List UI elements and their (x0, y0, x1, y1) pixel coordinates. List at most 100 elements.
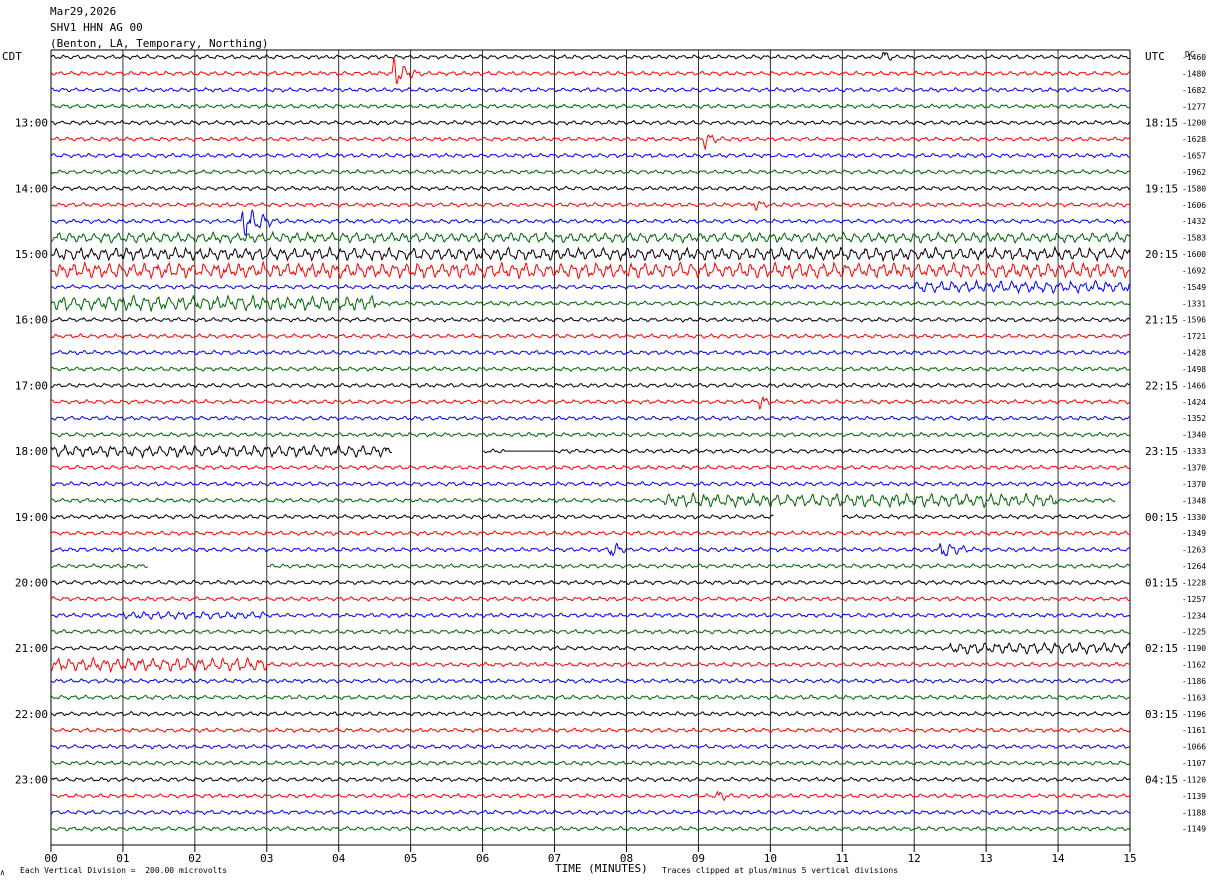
trace-row (50, 694, 1131, 701)
dc-offset-label: -1657 (1182, 152, 1206, 161)
corner-mark: ∧ (0, 868, 5, 877)
dc-offset-label: -1139 (1182, 792, 1206, 801)
dc-offset-label: -1349 (1182, 529, 1206, 538)
trace-row (50, 530, 1131, 537)
dc-offset-label: -1163 (1182, 693, 1206, 702)
dc-offset-label: -1188 (1182, 808, 1206, 817)
x-tick-label: 15 (1123, 852, 1136, 865)
helicorder-plot: 00 01 02 03 04 05 06 07 08 09 10 11 12 13 14 1513:0014:… (15, 49, 1206, 865)
dc-offset-label: -1066 (1182, 743, 1206, 752)
x-tick-label: 03 (260, 852, 273, 865)
trace-row (50, 628, 1131, 635)
dc-offset-label: -1340 (1182, 431, 1206, 440)
trace-row (50, 209, 1131, 236)
trace-row (50, 366, 1131, 372)
dc-offset-label: -1257 (1182, 595, 1206, 604)
trace-row (50, 200, 1131, 212)
dc-offset-label: -1682 (1182, 86, 1206, 95)
left-hour-label: 20:00 (15, 576, 48, 589)
left-hour-label: 15:00 (15, 248, 48, 261)
trace-row (50, 415, 1131, 422)
dc-offset-label: -1200 (1182, 119, 1206, 128)
dc-offset-label: -1600 (1182, 250, 1206, 259)
dc-offset-label: -1161 (1182, 726, 1206, 735)
trace-row (50, 610, 1131, 621)
right-hour-label: 23:15 (1145, 445, 1178, 458)
x-tick-label: 10 (764, 852, 777, 865)
trace-row (50, 396, 1131, 410)
dc-offset-label: -1333 (1182, 447, 1206, 456)
trace-row (50, 119, 1131, 126)
trace-row (50, 464, 1131, 471)
left-hour-label: 19:00 (15, 511, 48, 524)
trace-row (50, 51, 1131, 61)
right-hour-label: 21:15 (1145, 314, 1178, 327)
trace-row (50, 443, 1131, 459)
trace-row (50, 245, 1131, 263)
trace-row (50, 542, 1131, 557)
trace-row (50, 743, 1131, 750)
trace-row (50, 710, 1131, 717)
left-hour-label: 22:00 (15, 708, 48, 721)
clip-note: Traces clipped at plus/minus 5 vertical … (662, 866, 899, 875)
dc-offset-label: -1466 (1182, 381, 1206, 390)
dc-offset-label: -1692 (1182, 266, 1206, 275)
trace-row (50, 86, 1131, 93)
dc-offset-label: -1583 (1182, 234, 1206, 243)
left-hour-label: 18:00 (15, 445, 48, 458)
left-hour-label: 17:00 (15, 379, 48, 392)
trace-row (51, 230, 1131, 245)
trace-row (50, 825, 1131, 832)
trace-row (50, 809, 1131, 816)
right-hour-label: 03:15 (1145, 708, 1178, 721)
trace-row (51, 493, 1130, 507)
dc-offset-label: -1352 (1182, 414, 1206, 423)
trace-row (50, 760, 1131, 767)
dc-offset-label: -1628 (1182, 135, 1206, 144)
right-hour-label: 01:15 (1145, 576, 1178, 589)
dc-offset-label: -1721 (1182, 332, 1206, 341)
trace-row (50, 563, 1131, 569)
trace-row (50, 333, 1131, 340)
trace-row (50, 103, 1131, 110)
dc-offset-label: -1330 (1182, 513, 1206, 522)
x-tick-label: 00 (44, 852, 57, 865)
trace-row (50, 260, 1131, 281)
right-hour-label: 22:15 (1145, 379, 1178, 392)
dc-offset-label: -1549 (1182, 283, 1206, 292)
dc-offset-label: -1225 (1182, 628, 1206, 637)
dc-offset-label: -1480 (1182, 69, 1206, 78)
dc-offset-label: -1277 (1182, 102, 1206, 111)
trace-row (50, 152, 1131, 159)
trace-row (50, 134, 1131, 151)
x-tick-label: 14 (1051, 852, 1065, 865)
dc-offset-label: -1162 (1182, 661, 1206, 670)
dc-offset-label: -1460 (1182, 53, 1206, 62)
dc-offset-label: -1331 (1182, 299, 1206, 308)
dc-offset-label: -1428 (1182, 349, 1206, 358)
trace-row (50, 431, 1131, 438)
scale-note: Each Vertical Division = 200.00 microvol… (20, 866, 228, 875)
x-tick-label: 06 (476, 852, 489, 865)
trace-row (50, 513, 1131, 520)
dc-offset-label: -1234 (1182, 611, 1206, 620)
dc-offset-label: -1580 (1182, 184, 1206, 193)
dc-offset-label: -1348 (1182, 496, 1206, 505)
x-tick-label: 05 (404, 852, 417, 865)
dc-offset-label: -1424 (1182, 398, 1206, 407)
trace-row (50, 656, 1131, 674)
dc-offset-label: -1962 (1182, 168, 1206, 177)
x-tick-label: 13 (980, 852, 993, 865)
right-hour-label: 04:15 (1145, 773, 1178, 786)
left-hour-label: 13:00 (15, 117, 48, 130)
trace-row (50, 790, 1131, 802)
dc-offset-label: -1264 (1182, 562, 1206, 571)
trace-row (50, 677, 1131, 684)
dc-offset-label: -1186 (1182, 677, 1206, 686)
trace-row (50, 776, 1131, 783)
trace-row (51, 278, 1131, 295)
left-hour-label: 16:00 (15, 314, 48, 327)
dc-offset-label: -1107 (1182, 759, 1206, 768)
dc-offset-label: -1149 (1182, 825, 1206, 834)
dc-offset-label: -1498 (1182, 365, 1206, 374)
